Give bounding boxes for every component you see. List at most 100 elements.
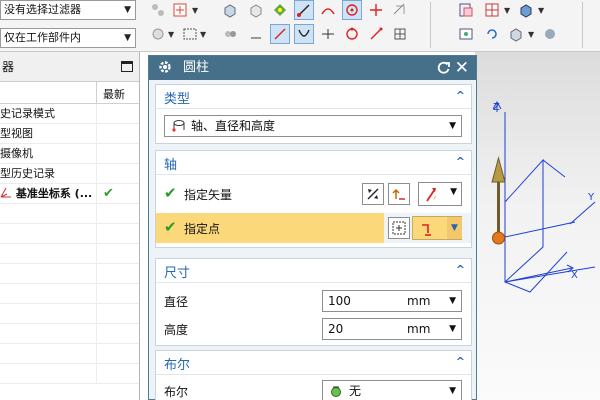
column-name-header[interactable] xyxy=(0,82,97,104)
navigator-empty-row xyxy=(0,284,139,304)
reverse-direction-icon[interactable] xyxy=(362,183,384,205)
vector-dialog-icon[interactable] xyxy=(388,183,410,205)
chevron-up-icon[interactable]: ^ xyxy=(456,155,465,168)
chevron-down-icon[interactable]: ▼ xyxy=(504,6,510,15)
axis-group: 轴 ^ ✔ 指定矢量 ▼ ✔ 指定点 ▼ xyxy=(155,150,472,248)
inferred-point-icon xyxy=(422,224,431,236)
navigator-header: 器 xyxy=(0,52,139,82)
graphics-viewport[interactable]: Z X Y xyxy=(475,52,600,400)
specified-point-icon xyxy=(492,231,505,245)
snap-perpendicular-icon[interactable] xyxy=(318,24,338,44)
fit-view-icon[interactable] xyxy=(456,24,476,44)
close-icon[interactable]: ✕ xyxy=(455,56,469,80)
top-toolbar: 没有选择过滤器 ▼ 仅在工作部件内 ▼ ▼ ▼ ▼ ▼ ▼ ▼ xyxy=(0,0,600,52)
type-select[interactable]: 轴、直径和高度 ▼ xyxy=(164,115,462,137)
navigator-row[interactable]: 史记录模式 xyxy=(0,104,139,124)
type-select-value: 轴、直径和高度 xyxy=(191,119,276,133)
navigator-row[interactable]: 型视图 xyxy=(0,124,139,144)
dialog-title-bar: 圆柱 ✕ xyxy=(149,56,476,80)
maximize-icon[interactable] xyxy=(121,61,133,72)
snap-settings-icon[interactable] xyxy=(148,24,168,44)
layer-settings-icon[interactable] xyxy=(482,0,502,20)
type-group-header[interactable]: 类型 ^ xyxy=(156,85,471,109)
chevron-up-icon[interactable]: ^ xyxy=(456,355,465,368)
column-latest-header[interactable]: 最新 xyxy=(103,86,125,102)
selection-scope-combo[interactable]: 仅在工作部件内 ▼ xyxy=(0,28,136,48)
datum-planes xyxy=(504,112,596,293)
navigator-row-label: 型历史记录 xyxy=(0,164,97,183)
chevron-down-icon: ▼ xyxy=(449,296,456,306)
inferred-vector-icon xyxy=(426,188,436,202)
navigator-empty-row xyxy=(0,324,139,344)
chevron-up-icon[interactable]: ^ xyxy=(456,89,465,102)
show-hide-icon[interactable] xyxy=(456,0,476,20)
render-style-icon[interactable] xyxy=(516,0,536,20)
snap-curve-point-icon[interactable] xyxy=(294,24,314,44)
reset-icon[interactable] xyxy=(436,60,451,84)
vector-type-select[interactable]: ▼ xyxy=(418,182,462,206)
boolean-none-icon xyxy=(331,386,341,397)
dialog-title: 圆柱 xyxy=(183,60,210,75)
snap-midpoint-icon[interactable] xyxy=(318,0,338,20)
navigator-row-label: 摄像机 xyxy=(0,144,97,163)
chevron-down-icon[interactable]: ▼ xyxy=(200,30,206,39)
point-dialog-icon[interactable] xyxy=(388,217,410,239)
chevron-down-icon[interactable]: ▼ xyxy=(192,6,198,15)
dimensions-group: 尺寸 ^ 直径 100 mm ▼ 高度 20 mm ▼ xyxy=(155,258,472,346)
snap-intersection-icon[interactable] xyxy=(366,0,386,20)
view-cube-icon[interactable] xyxy=(506,24,526,44)
boolean-label: 布尔 xyxy=(164,385,189,399)
selection-cube-icon[interactable] xyxy=(220,0,240,20)
x-axis-arrow xyxy=(504,264,574,283)
snap-pole-icon[interactable] xyxy=(366,24,386,44)
point-type-select[interactable]: ▼ xyxy=(412,216,462,240)
axis-x-label: X xyxy=(571,270,578,281)
chevron-down-icon: ▼ xyxy=(449,386,456,396)
chevron-down-icon: ▼ xyxy=(124,33,131,43)
snap-quadrant-icon[interactable] xyxy=(342,24,362,44)
axis-group-title: 轴 xyxy=(164,158,178,173)
selection-filter-combo[interactable]: 没有选择过滤器 ▼ xyxy=(0,0,136,20)
boolean-select-value: 无 xyxy=(349,384,362,398)
material-ball-icon[interactable] xyxy=(540,24,560,44)
snap-on-curve-icon[interactable] xyxy=(390,0,410,20)
diameter-unit: mm xyxy=(407,294,431,308)
type-group-title: 类型 xyxy=(164,92,191,107)
specify-point-controls: ▼ xyxy=(384,213,471,243)
navigator-row-datum-csys[interactable]: 基准坐标系 (... ✔ xyxy=(0,184,139,204)
gear-icon[interactable] xyxy=(157,59,173,84)
chevron-up-icon[interactable]: ^ xyxy=(456,263,465,276)
cylinder-axis-icon xyxy=(172,120,185,132)
marquee-select-icon[interactable] xyxy=(180,24,200,44)
dimensions-group-header[interactable]: 尺寸 ^ xyxy=(156,259,471,283)
boolean-group-header[interactable]: 布尔 ^ xyxy=(156,351,471,375)
axis-z-label: Z xyxy=(493,102,500,113)
toolbar-separator xyxy=(430,2,431,48)
rotate-view-icon[interactable] xyxy=(482,24,502,44)
snap-endpoint-icon[interactable] xyxy=(294,0,314,20)
selection-edge-icon[interactable] xyxy=(246,24,266,44)
selection-cube-alt-icon[interactable] xyxy=(246,0,266,20)
navigator-empty-row xyxy=(0,244,139,264)
toolbar-separator xyxy=(582,2,583,48)
snap-general-icon[interactable] xyxy=(148,0,168,20)
snap-center-icon[interactable] xyxy=(342,0,362,20)
specify-vector-row[interactable]: ✔ 指定矢量 ▼ xyxy=(156,179,471,209)
navigator-row-label: 基准坐标系 (... xyxy=(0,184,97,203)
snap-point-dialog-icon[interactable] xyxy=(170,0,190,20)
diameter-input[interactable]: 100 mm ▼ xyxy=(322,290,462,312)
selection-face-icon[interactable] xyxy=(220,24,240,44)
axis-group-header[interactable]: 轴 ^ xyxy=(156,151,471,175)
chevron-down-icon[interactable]: ▼ xyxy=(528,30,534,39)
snap-existing-point-icon[interactable] xyxy=(270,24,290,44)
boolean-select[interactable]: 无 ▼ xyxy=(322,380,462,400)
height-input[interactable]: 20 mm ▼ xyxy=(322,318,462,340)
snap-grid-point-icon[interactable] xyxy=(270,0,290,20)
navigator-empty-row xyxy=(0,204,139,224)
chevron-down-icon[interactable]: ▼ xyxy=(538,6,544,15)
navigator-row[interactable]: 型历史记录 xyxy=(0,164,139,184)
snap-grid-icon[interactable] xyxy=(390,24,410,44)
dimensions-group-title: 尺寸 xyxy=(164,266,191,281)
chevron-down-icon[interactable]: ▼ xyxy=(168,30,174,39)
navigator-row[interactable]: 摄像机 xyxy=(0,144,139,164)
